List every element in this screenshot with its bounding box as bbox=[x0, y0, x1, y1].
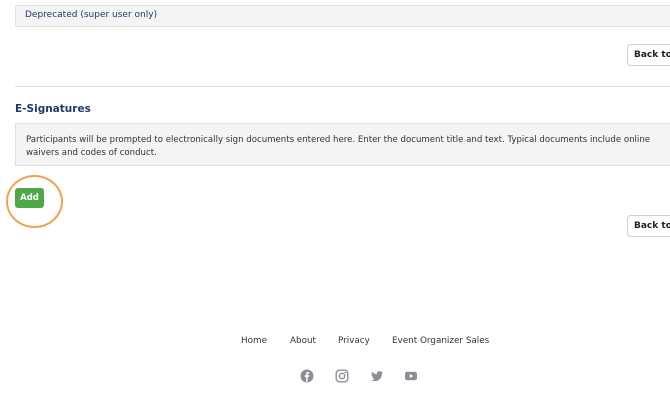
deprecated-label: Deprecated (super user only) bbox=[25, 10, 158, 20]
esignatures-title: E-Signatures bbox=[15, 103, 91, 115]
instagram-icon[interactable] bbox=[335, 369, 349, 383]
footer-link-event-organizer-sales[interactable]: Event Organizer Sales bbox=[392, 336, 489, 346]
section-divider bbox=[15, 86, 670, 87]
add-esignature-button[interactable]: Add bbox=[15, 188, 44, 208]
footer-link-privacy[interactable]: Privacy bbox=[338, 336, 370, 346]
youtube-icon[interactable] bbox=[404, 369, 418, 383]
deprecated-section-header[interactable]: Deprecated (super user only) bbox=[15, 5, 670, 27]
facebook-icon[interactable] bbox=[300, 369, 314, 383]
esignatures-info-box: Participants will be prompted to electro… bbox=[15, 123, 670, 166]
twitter-icon[interactable] bbox=[370, 369, 384, 383]
page: Deprecated (super user only) Back to Top… bbox=[0, 0, 670, 403]
esignatures-description: Participants will be prompted to electro… bbox=[26, 135, 651, 158]
back-to-top-button[interactable]: Back to Top bbox=[627, 215, 670, 237]
footer-link-about[interactable]: About bbox=[290, 336, 316, 346]
footer-link-home[interactable]: Home bbox=[241, 336, 267, 346]
back-to-top-button[interactable]: Back to Top bbox=[627, 44, 670, 66]
